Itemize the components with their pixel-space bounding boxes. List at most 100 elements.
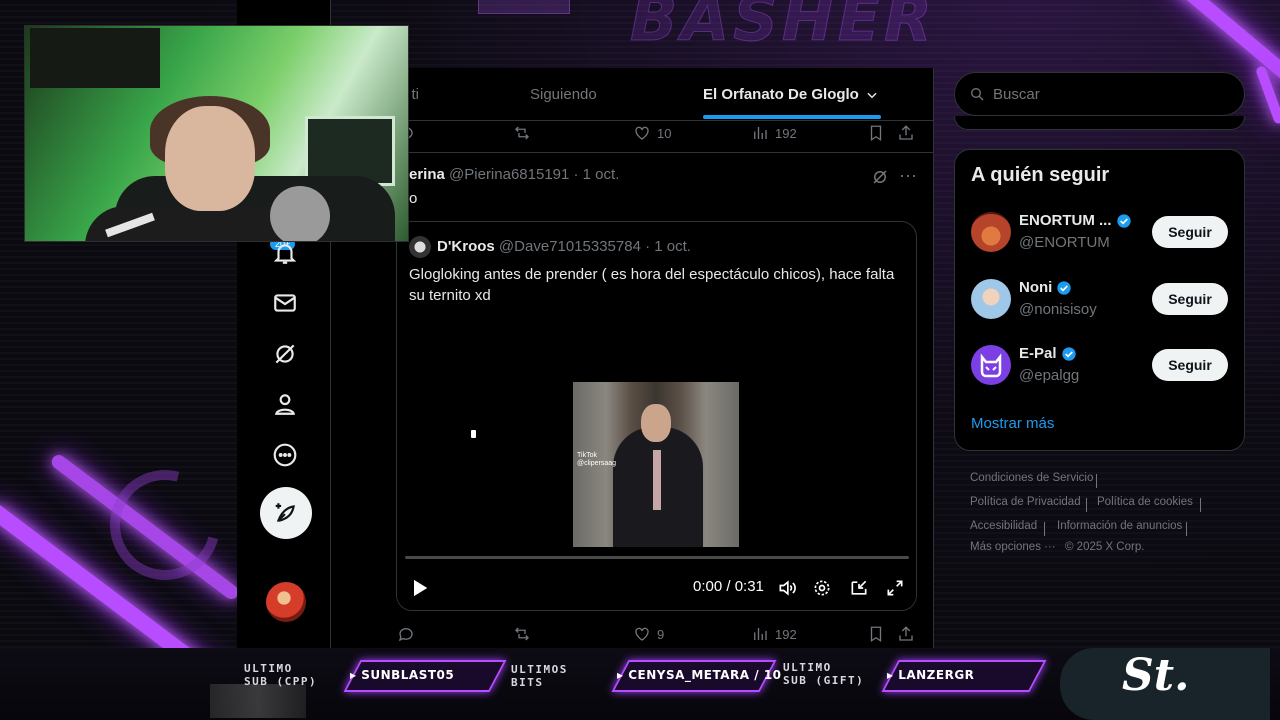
avatar[interactable] [971,345,1011,385]
video-person-tie [653,450,661,510]
quoted-post-header: D'Kroos @Dave71015335784 · 1 oct. [437,238,691,255]
who-to-follow-card: A quién seguir ENORTUM ... @ENORTUM Segu… [954,149,1245,451]
last-gift-value-text: LANZERGR [898,668,975,682]
tiktok-watermark: TikTok @clipersaag [577,452,616,468]
footer-cookies-link[interactable]: Política de cookies [1097,496,1193,508]
webcam-microphone [270,186,330,241]
grok-icon[interactable] [871,168,889,191]
video-time: 0:00 / 0:31 [693,578,764,595]
divider [331,152,933,153]
right-sidebar: Buscar A quién seguir ENORTUM ... @ENORT… [934,68,1264,648]
grok-icon[interactable] [264,333,306,375]
post-header: erina @Pierina6815191 · 1 oct. [409,166,619,183]
suggestion-name-text: Noni [1019,279,1053,296]
quoted-handle-date[interactable]: @Dave71015335784 · 1 oct. [499,238,691,255]
avatar[interactable] [971,279,1011,319]
post-actions: 9 192 [331,622,933,646]
previous-card-edge [954,116,1245,130]
heart-icon [635,627,649,641]
search-icon [971,88,984,101]
tab-list[interactable]: El Orfanato De Gloglo [703,68,879,121]
avatar[interactable] [971,212,1011,252]
suggestion-name[interactable]: E-Pal [1019,345,1077,362]
heart-icon [635,126,649,140]
stream-scene: BASHER 20+ n ti Siguiendo El Orfanato De… [0,0,1280,720]
search-input[interactable]: Buscar [993,86,1040,103]
like-button[interactable]: 9 [633,622,664,646]
last-sub-value-text: SUNBLAST05 [361,668,455,682]
views-button[interactable]: 192 [751,121,797,145]
last-bits-label: ULTIMOS BITS [511,663,568,689]
user-avatar[interactable] [266,582,306,622]
video-controls: 0:00 / 0:31 [397,572,916,604]
follow-suggestion[interactable]: Noni @nonisisoy Seguir [971,277,1233,321]
reply-icon[interactable] [397,622,415,646]
more-icon[interactable]: ··· [899,165,917,186]
footer-separator [1200,498,1201,512]
share-icon[interactable] [897,121,915,145]
suggestion-handle[interactable]: @ENORTUM [1019,234,1110,251]
follow-button[interactable]: Seguir [1152,216,1228,248]
follow-suggestion[interactable]: ENORTUM ... @ENORTUM Seguir [971,210,1233,254]
overlay-watermark: BASHER [630,0,936,56]
suggestion-name[interactable]: Noni [1019,279,1072,296]
views-button[interactable]: 192 [751,622,797,646]
fullscreen-icon[interactable] [883,576,907,600]
webcam-background-monitor [30,28,160,88]
messages-icon[interactable] [264,282,306,324]
bookmark-icon[interactable] [867,622,885,646]
compose-post-button[interactable] [260,487,312,539]
follow-button[interactable]: Seguir [1152,283,1228,315]
webcam-face [165,106,255,211]
post-handle-date[interactable]: @Pierina6815191 · 1 oct. [449,166,619,183]
last-bits-value-text: CENYSA_METARA / 10 [628,668,782,682]
video-person-face [641,404,671,442]
pip-icon[interactable] [847,576,871,600]
footer-more-link[interactable]: Más opciones ··· [970,541,1056,553]
quoted-author-name[interactable]: D'Kroos [437,238,495,255]
last-gift-value: ▸ LANZERGR [887,668,975,682]
footer-copyright: © 2025 X Corp. [1065,541,1145,553]
video-progress-bar[interactable] [405,556,909,559]
like-button[interactable]: 10 [633,121,671,145]
repost-icon[interactable] [513,121,531,145]
quoted-post[interactable]: D'Kroos @Dave71015335784 · 1 oct. Gloglo… [396,221,917,611]
settings-icon[interactable] [810,576,834,600]
video-player[interactable]: TikTok @clipersaag 0:00 / 0:31 [397,318,916,610]
chevron-down-icon [867,92,877,98]
last-bits-label-line1: ULTIMOS [511,663,568,676]
footer-privacy-link[interactable]: Política de Privacidad [970,496,1081,508]
footer-accessibility-link[interactable]: Accesibilidad [970,520,1037,532]
share-icon[interactable] [897,622,915,646]
footer-separator [1096,474,1097,488]
play-icon[interactable] [407,576,431,600]
views-count: 192 [775,626,797,642]
follow-button[interactable]: Seguir [1152,349,1228,381]
verified-badge-icon [1057,280,1071,295]
repost-icon[interactable] [513,622,531,646]
search-box[interactable]: Buscar [954,72,1245,116]
suggestion-name[interactable]: ENORTUM ... [1019,212,1132,229]
epal-cat-icon [980,353,1002,378]
last-bits-label-line2: BITS [511,676,544,689]
tiktok-handle: @clipersaag [577,460,617,467]
suggestion-handle[interactable]: @nonisisoy [1019,301,1097,318]
verified-badge-icon [1061,346,1076,361]
more-options-icon[interactable] [264,434,306,476]
show-more-link[interactable]: Mostrar más [971,415,1054,432]
follow-suggestion[interactable]: E-Pal @epalgg Seguir [971,343,1233,387]
views-icon [754,628,767,640]
bookmark-icon[interactable] [867,121,885,145]
last-sub-value: ▸ SUNBLAST05 [350,668,455,682]
footer-terms-link[interactable]: Condiciones de Servicio [970,472,1093,484]
webcam-feed [24,25,409,242]
post-author-name[interactable]: erina [409,166,445,183]
profile-icon[interactable] [264,383,306,425]
mouse-cursor [471,430,476,438]
tab-following[interactable]: Siguiendo [530,68,597,121]
footer-ads-link[interactable]: Información de anuncios [1057,520,1182,532]
volume-icon[interactable] [775,576,799,600]
suggestion-handle[interactable]: @epalgg [1019,367,1079,384]
avatar[interactable] [409,236,431,258]
footer-separator [1186,522,1187,536]
